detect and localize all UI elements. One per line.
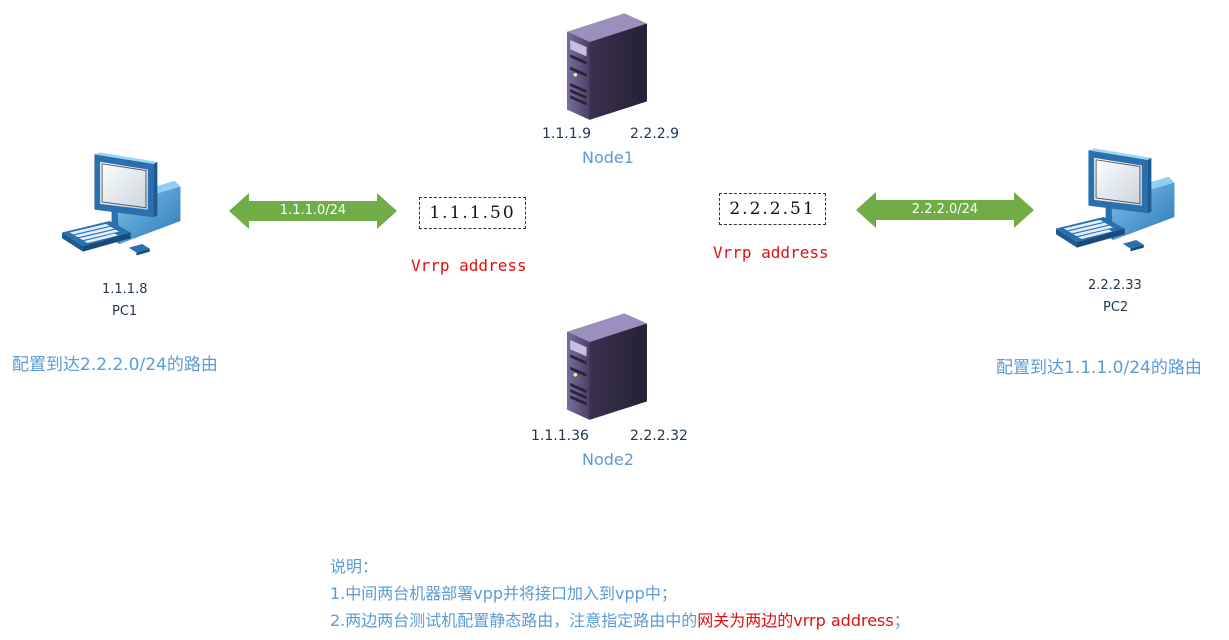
node2-label: Node2	[582, 450, 634, 469]
pc1-label: PC1	[112, 304, 138, 319]
node2-ip-left: 1.1.1.36	[531, 428, 589, 444]
notes-line1: 1.中间两台机器部署vpp并将接口加入到vpp中；	[330, 584, 677, 603]
vip-right-label: Vrrp address	[713, 243, 829, 262]
node1-server-icon	[561, 3, 653, 121]
vip-left-box: 1.1.1.50	[419, 197, 526, 229]
pc1-route-note: 配置到达2.2.2.0/24的路由	[12, 355, 218, 375]
notes-title: 说明：	[330, 557, 379, 576]
pc1-ip: 1.1.1.8	[102, 282, 148, 297]
node1-label: Node1	[582, 148, 634, 167]
notes-line2: 2.两边两台测试机配置静态路由，注意指定路由中的网关为两边的vrrp addre…	[330, 607, 910, 631]
notes-line2-highlight: 网关为两边的vrrp address	[697, 611, 894, 630]
right-link-label: 2.2.2.0/24	[911, 202, 979, 217]
node1-ip-left: 1.1.1.9	[542, 126, 591, 142]
pc2-ip: 2.2.2.33	[1088, 278, 1142, 293]
pc2-label: PC2	[1103, 300, 1129, 315]
pc1-desktop-computer-icon	[62, 152, 186, 272]
notes-line2-suffix: ；	[893, 611, 910, 630]
pc2-route-note: 配置到达1.1.1.0/24的路由	[996, 358, 1202, 378]
left-link-label: 1.1.1.0/24	[279, 203, 347, 218]
node2-server-icon	[561, 303, 653, 421]
node1-ip-right: 2.2.2.9	[630, 126, 679, 142]
node2-ip-right: 2.2.2.32	[630, 428, 688, 444]
pc2-desktop-computer-icon	[1056, 148, 1180, 268]
notes-line2-prefix: 2.两边两台测试机配置静态路由，注意指定路由中的	[330, 611, 698, 630]
vip-left-label: Vrrp address	[411, 256, 527, 275]
vip-right-box: 2.2.2.51	[719, 193, 826, 225]
